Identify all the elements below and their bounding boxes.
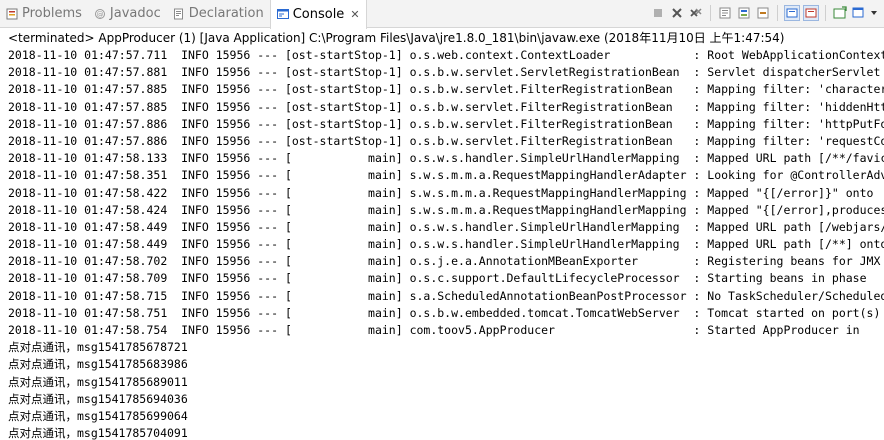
scroll-lock-icon[interactable] [717,5,733,21]
new-console-icon[interactable] [832,5,848,21]
console-line: 点对点通讯，msg1541785699064 [8,408,188,423]
toolbar-separator [825,5,826,21]
tab-declaration[interactable]: Declaration [167,0,270,28]
pin-console-icon[interactable] [803,5,819,21]
console-line: 点对点通讯，msg1541785678721 [8,340,188,355]
svg-text:@: @ [96,10,103,18]
problems-icon [6,8,18,20]
console-line: 点对点通讯，msg1541785704091 [8,426,188,440]
console-line: 2018-11-10 01:47:58.422 INFO 15956 --- [… [8,185,874,200]
console-line: 点对点通讯，msg1541785694036 [8,391,188,406]
tab-label: Declaration [188,6,264,21]
tab-label: Javadoc [109,6,161,21]
tab-console[interactable]: Console ✕ [269,0,367,29]
console-line: 2018-11-10 01:47:58.709 INFO 15956 --- [… [8,271,867,286]
console-line: 2018-11-10 01:47:58.351 INFO 15956 --- [… [8,168,884,183]
tab-javadoc[interactable]: @ Javadoc [88,0,167,28]
console-line: 2018-11-10 01:47:58.754 INFO 15956 --- [… [8,323,860,337]
console-toolbar [650,5,878,21]
console-line: 2018-11-10 01:47:57.711 INFO 15956 --- [… [8,48,884,62]
console-line: 2018-11-10 01:47:57.886 INFO 15956 --- [… [8,133,884,148]
tab-problems[interactable]: Problems [0,0,88,28]
console-line: 2018-11-10 01:47:58.449 INFO 15956 --- [… [8,219,884,234]
remove-all-launches-icon[interactable] [688,5,704,21]
console-line: 2018-11-10 01:47:57.886 INFO 15956 --- [… [8,116,884,131]
close-icon[interactable]: ✕ [350,8,359,21]
console-dropdown-icon[interactable] [851,5,867,21]
console-line: 2018-11-10 01:47:58.751 INFO 15956 --- [… [8,305,881,320]
terminate-icon[interactable] [650,5,666,21]
console-line: 2018-11-10 01:47:58.133 INFO 15956 --- [… [8,151,884,166]
tab-label: Console [292,6,345,22]
console-status-line: <terminated> AppProducer (1) [Java Appli… [8,31,785,45]
console-line: 2018-11-10 01:47:57.885 INFO 15956 --- [… [8,82,884,97]
console-icon [276,8,289,20]
console-line: 2018-11-10 01:47:58.715 INFO 15956 --- [… [8,288,884,303]
tab-label: Problems [22,6,82,21]
view-tab-bar: Problems @ Javadoc Declaration Console ✕ [0,0,884,29]
toolbar-separator [777,5,778,21]
console-line: 点对点通讯，msg1541785689011 [8,374,188,389]
toolbar-separator [710,5,711,21]
show-on-stderr-icon[interactable] [784,5,800,21]
show-on-stdout-icon[interactable] [755,5,771,21]
console-output[interactable]: 2018-11-10 01:47:57.711 INFO 15956 --- [… [0,47,884,440]
console-line: 2018-11-10 01:47:58.702 INFO 15956 --- [… [8,254,881,269]
console-line: 点对点通讯，msg1541785683986 [8,357,188,372]
word-wrap-icon[interactable] [736,5,752,21]
declaration-icon [173,8,185,20]
console-line: 2018-11-10 01:47:58.449 INFO 15956 --- [… [8,237,884,252]
javadoc-icon: @ [94,8,106,20]
remove-launch-icon[interactable] [669,5,685,21]
console-line: 2018-11-10 01:47:57.881 INFO 15956 --- [… [8,65,884,80]
console-line: 2018-11-10 01:47:58.424 INFO 15956 --- [… [8,202,884,217]
console-line: 2018-11-10 01:47:57.885 INFO 15956 --- [… [8,99,884,114]
chevron-down-icon[interactable] [870,5,878,21]
